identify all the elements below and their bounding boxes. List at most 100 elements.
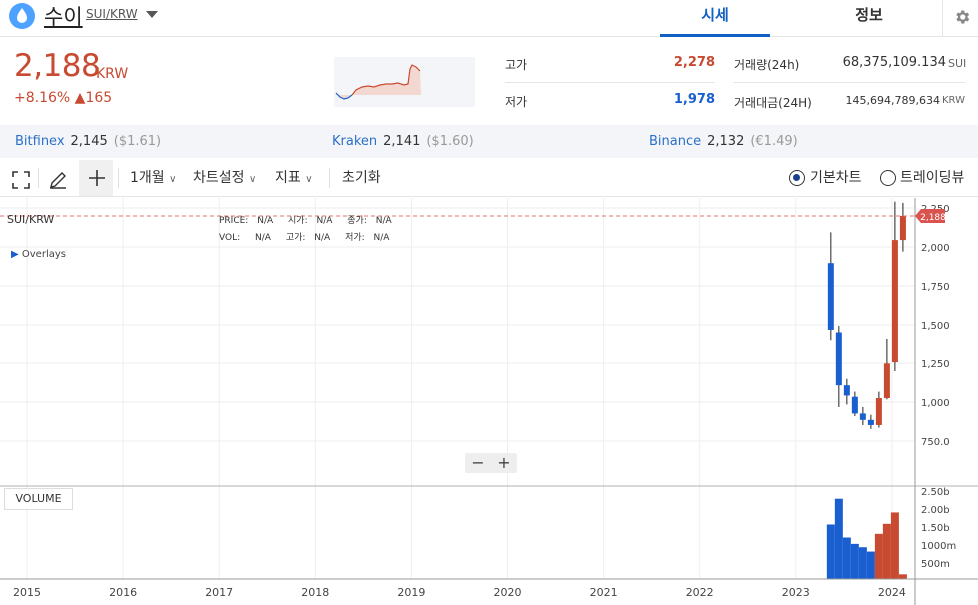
x-tick-label: 2019 bbox=[397, 586, 425, 599]
exchange-kraken[interactable]: Kraken 2,141 ($1.60) bbox=[332, 134, 474, 149]
coin-pair-link[interactable]: SUI/KRW bbox=[86, 7, 138, 21]
volume-unit: SUI bbox=[948, 57, 967, 70]
chart-settings-label: 차트설정 bbox=[193, 170, 245, 186]
exchange-price: 2,141 bbox=[383, 134, 421, 149]
pencil-icon bbox=[50, 172, 66, 189]
draw-button[interactable] bbox=[48, 168, 68, 189]
x-tick-label: 2022 bbox=[686, 586, 714, 599]
last-price-label: 2,188 bbox=[920, 213, 946, 223]
close-value: N/A bbox=[375, 216, 392, 226]
basic-chart-radio[interactable] bbox=[789, 170, 805, 186]
overlays-toggle[interactable]: ▶ Overlays bbox=[11, 249, 66, 260]
change-amount: ▲165 bbox=[74, 90, 113, 106]
indicator-dropdown[interactable]: 지표 ∨ bbox=[275, 160, 313, 196]
current-price: 2,188 bbox=[14, 48, 101, 84]
sui-logo-icon bbox=[9, 3, 35, 29]
vol-label: VOL: bbox=[219, 233, 241, 243]
candle-body bbox=[891, 240, 898, 363]
exchange-name: Kraken bbox=[332, 134, 378, 149]
divider bbox=[505, 82, 715, 83]
volume-bar bbox=[842, 537, 851, 579]
coin-dropdown-icon[interactable] bbox=[146, 11, 158, 18]
exchange-binance[interactable]: Binance 2,132 (€1.49) bbox=[649, 134, 798, 149]
volume-y-tick-label: 2.00b bbox=[921, 505, 950, 516]
gear-icon bbox=[956, 10, 970, 24]
chart-symbol: SUI/KRW bbox=[7, 213, 55, 226]
period-label: 1개월 bbox=[130, 170, 165, 186]
close-label: 종가: bbox=[347, 216, 367, 226]
fullscreen-icon bbox=[12, 171, 30, 189]
exchange-bitfinex[interactable]: Bitfinex 2,145 ($1.61) bbox=[15, 134, 161, 149]
open-label: 시가: bbox=[288, 216, 308, 226]
zoom-out-button[interactable]: − bbox=[465, 453, 491, 473]
high-value: N/A bbox=[314, 233, 331, 243]
volume-y-tick-label: 1.50b bbox=[921, 523, 950, 534]
x-tick-label: 2016 bbox=[109, 586, 137, 599]
legend-row-2: VOL: N/A 고가: N/A 저가: N/A bbox=[219, 230, 389, 243]
volume-value: 68,375,109.134 bbox=[842, 55, 946, 70]
y-tick-label: 1,500 bbox=[921, 321, 950, 332]
tab-info[interactable]: 정보 bbox=[814, 0, 924, 37]
price-unit: KRW bbox=[96, 66, 129, 82]
reset-button[interactable]: 초기화 bbox=[342, 160, 381, 196]
exchange-usd: ($1.61) bbox=[113, 134, 162, 149]
period-dropdown[interactable]: 1개월 ∨ bbox=[130, 160, 176, 196]
settings-button[interactable] bbox=[942, 0, 978, 37]
overlays-label: Overlays bbox=[21, 249, 66, 260]
exchange-price: 2,145 bbox=[70, 134, 108, 149]
exchange-prices: Bitfinex 2,145 ($1.61) Kraken 2,141 ($1.60) … bbox=[0, 125, 978, 158]
price-value: N/A bbox=[257, 216, 274, 226]
volume-bar bbox=[882, 523, 891, 579]
low-value: 1,978 bbox=[673, 92, 715, 107]
volume-bar bbox=[898, 574, 907, 579]
trading-view-radio[interactable] bbox=[880, 170, 896, 186]
y-tick-label: 1,250 bbox=[921, 359, 950, 370]
candle-body bbox=[851, 396, 858, 414]
indicator-label: 지표 bbox=[275, 170, 301, 186]
change-percent: +8.16% bbox=[14, 90, 71, 106]
x-tick-label: 2017 bbox=[205, 586, 233, 599]
chart-toolbar: 1개월 ∨ 차트설정 ∨ 지표 ∨ 초기화 기본차트 트레이딩뷰 bbox=[0, 160, 978, 197]
divider bbox=[118, 168, 119, 188]
volume-panel-label: VOLUME bbox=[4, 488, 73, 510]
low-label: 저가 bbox=[505, 95, 528, 109]
price-sparkline bbox=[334, 57, 475, 107]
divider bbox=[733, 82, 965, 83]
low-label: 저가: bbox=[345, 233, 365, 243]
volume-y-tick-label: 2.50b bbox=[921, 487, 950, 498]
chart-area[interactable]: 2015 2016 2017 2018 2019 2020 2021 2022 2023 2024… bbox=[0, 198, 978, 605]
volume-label: 거래량(24h) bbox=[734, 58, 800, 72]
zoom-in-button[interactable]: + bbox=[491, 453, 517, 473]
crosshair-button[interactable] bbox=[79, 160, 113, 196]
basic-chart-label[interactable]: 기본차트 bbox=[810, 160, 862, 196]
volume-bar bbox=[858, 547, 867, 579]
y-tick-label: 1,750 bbox=[921, 282, 950, 293]
price-change: +8.16% ▲165 bbox=[14, 90, 112, 106]
coin-name-link[interactable]: 수이 bbox=[44, 1, 83, 31]
divider bbox=[329, 168, 330, 188]
volume-bar bbox=[890, 512, 899, 579]
chart-settings-dropdown[interactable]: 차트설정 ∨ bbox=[193, 160, 256, 196]
volume-bar bbox=[834, 498, 843, 579]
candlestick-chart[interactable]: 2015 2016 2017 2018 2019 2020 2021 2022 2023 2024… bbox=[0, 198, 978, 605]
candle-body bbox=[867, 419, 874, 425]
x-tick-label: 2024 bbox=[878, 586, 906, 599]
chart-grid bbox=[0, 198, 915, 579]
chevron-down-icon: ∨ bbox=[305, 174, 313, 185]
candle-body bbox=[859, 413, 866, 420]
fullscreen-button[interactable] bbox=[11, 168, 31, 189]
candles bbox=[827, 201, 906, 429]
candle-body bbox=[883, 363, 890, 398]
candle-body bbox=[899, 215, 906, 241]
volume-y-tick-label: 500m bbox=[921, 559, 950, 570]
exchange-price: 2,132 bbox=[707, 134, 745, 149]
price-summary: 2,188 KRW +8.16% ▲165 고가 2,278 저가 1,978 … bbox=[0, 38, 978, 124]
price-label: PRICE: bbox=[219, 216, 249, 226]
chevron-down-icon: ∨ bbox=[248, 174, 257, 185]
x-tick-label: 2021 bbox=[590, 586, 618, 599]
candle-body bbox=[827, 263, 834, 330]
tab-market[interactable]: 시세 bbox=[660, 0, 770, 37]
trading-view-label[interactable]: 트레이딩뷰 bbox=[900, 160, 964, 196]
trade-value-label: 거래대금(24H) bbox=[734, 96, 812, 110]
divider bbox=[38, 168, 39, 188]
